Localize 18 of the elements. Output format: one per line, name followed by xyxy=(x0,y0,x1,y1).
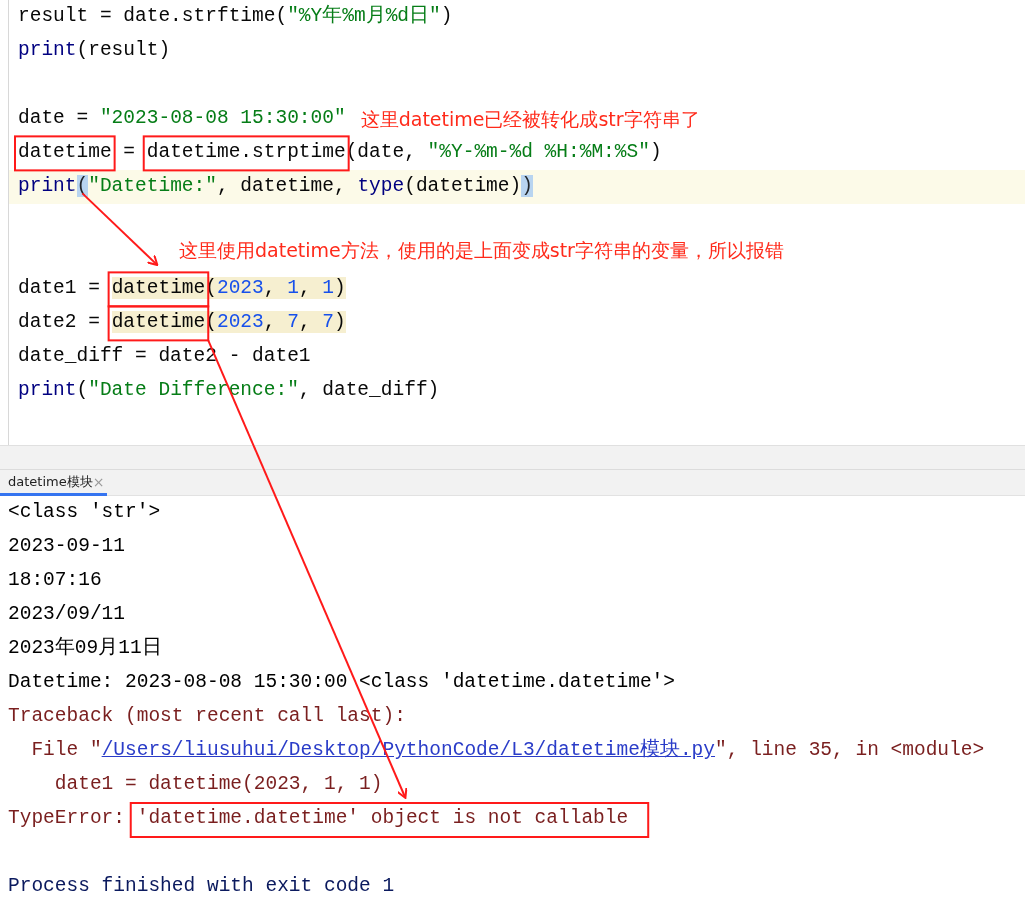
annotation-text: 这里使用datetime方法，使用的是上面变成str字符串的变量，所以报错 xyxy=(179,237,784,263)
code-line: date_diff = date2 - date1 xyxy=(18,344,311,370)
code-line: print("Datetime:", datetime, type(datetime)) xyxy=(18,174,533,200)
console-line: Datetime: 2023-08-08 15:30:00 <class 'datetime.datetime'> xyxy=(7,670,676,696)
annotation-text: 这里datetime已经被转化成str字符串了 xyxy=(360,106,700,132)
console-line: TypeError: 'datetime.datetime' object is not callable xyxy=(7,806,630,832)
code-line: date2 = datetime(2023, 7, 7) xyxy=(18,310,346,336)
code-line: print(result) xyxy=(18,38,171,64)
code-line: date = "2023-08-08 15:30:00" xyxy=(18,106,346,132)
console-line: 2023-09-11 xyxy=(7,534,127,560)
console-line: Process finished with exit code 1 xyxy=(7,874,396,900)
console-line: <class 'str'> xyxy=(7,500,162,526)
console-line: 2023/09/11 xyxy=(7,602,127,628)
console-line: 2023年09月11日 xyxy=(7,636,163,662)
code-line: result = date.strftime("%Y年%m月%d日") xyxy=(18,4,453,30)
console-line: date1 = datetime(2023, 1, 1) xyxy=(53,772,384,798)
console-line: 18:07:16 xyxy=(7,568,103,594)
code-line: date1 = datetime(2023, 1, 1) xyxy=(18,276,346,302)
